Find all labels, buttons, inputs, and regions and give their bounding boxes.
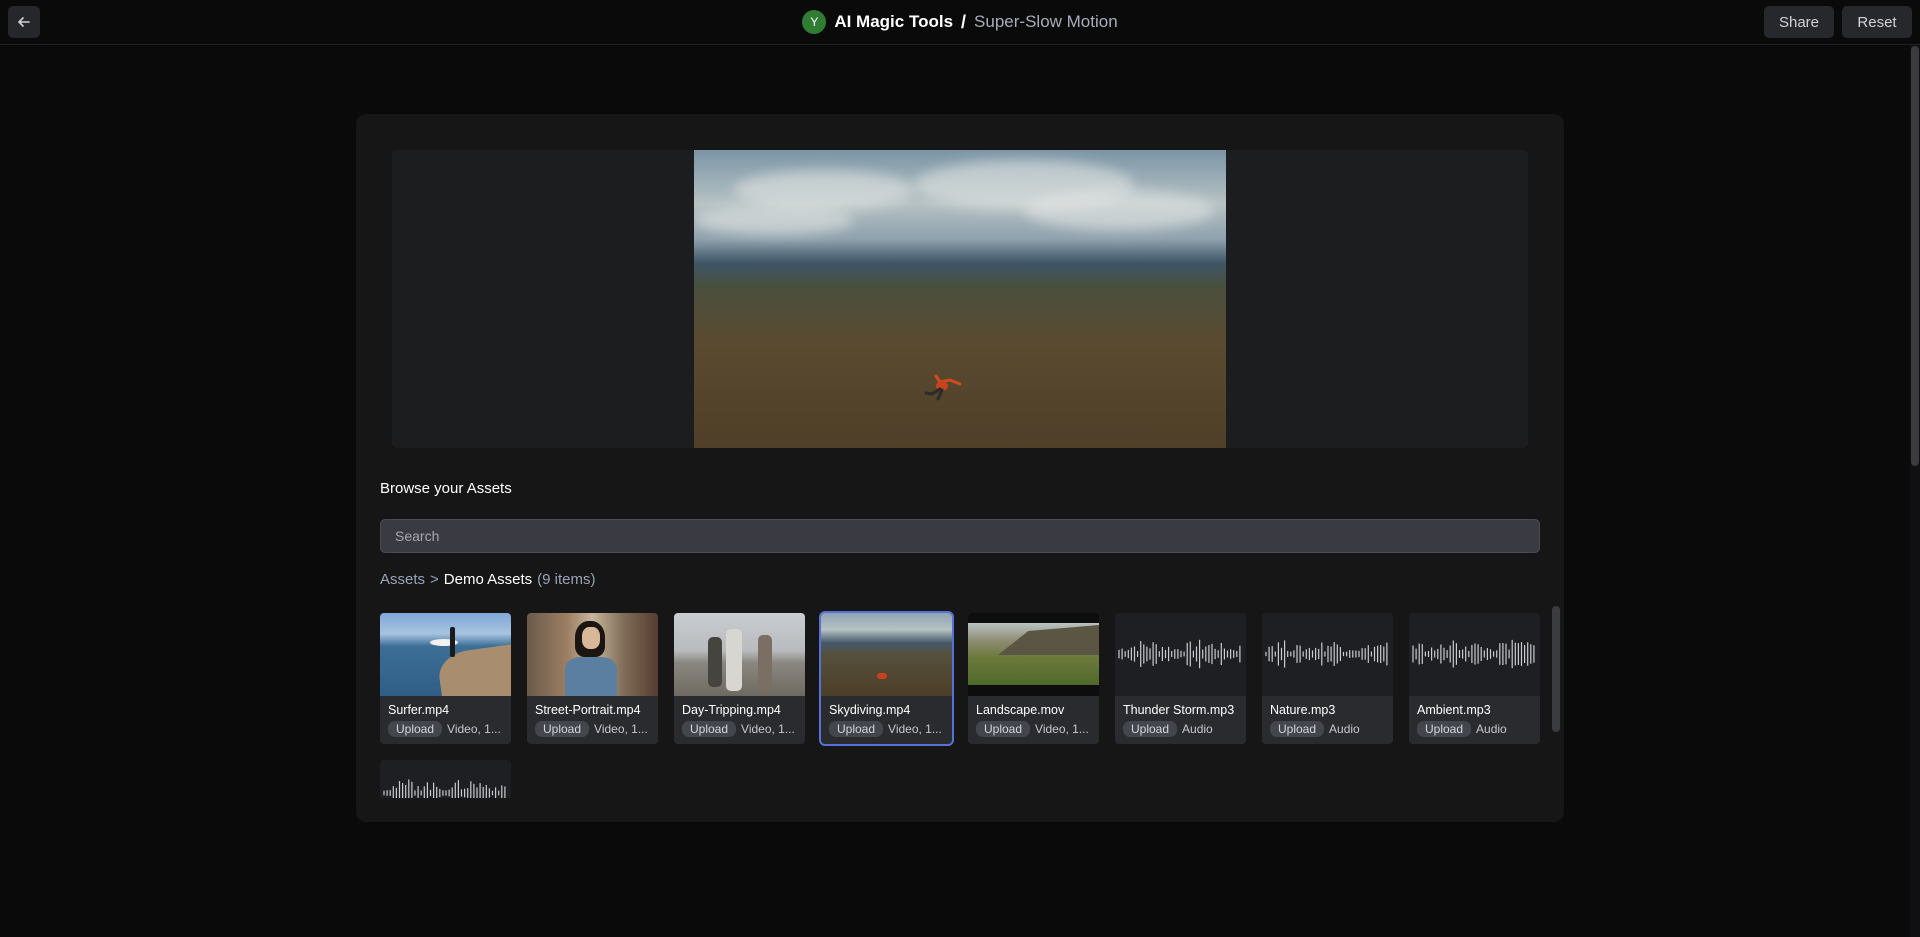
- asset-type: Video, 1...: [594, 722, 648, 736]
- asset-card-thunder-storm[interactable]: Thunder Storm.mp3 Upload Audio: [1115, 613, 1246, 744]
- avatar[interactable]: Y: [802, 10, 827, 34]
- asset-card-landscape[interactable]: Landscape.mov Upload Video, 1...: [968, 613, 1099, 744]
- asset-card-surfer[interactable]: Surfer.mp4 Upload Video, 1...: [380, 613, 511, 744]
- upload-badge: Upload: [1123, 721, 1178, 737]
- browse-assets-title: Browse your Assets: [380, 480, 512, 497]
- upload-badge: Upload: [682, 721, 737, 737]
- audio-waveform-icon: [1118, 639, 1241, 669]
- breadcrumb-assets-link[interactable]: Assets: [380, 571, 425, 588]
- title-separator: /: [961, 11, 967, 32]
- asset-name: Nature.mp3: [1270, 703, 1336, 717]
- upload-badge: Upload: [535, 721, 590, 737]
- asset-thumbnail: [968, 613, 1099, 696]
- share-button[interactable]: Share: [1764, 6, 1834, 38]
- asset-meta: Upload Audio: [1417, 721, 1537, 737]
- asset-type: Audio: [1182, 722, 1213, 736]
- reset-button[interactable]: Reset: [1842, 6, 1912, 38]
- asset-meta: Upload Video, 1...: [829, 721, 949, 737]
- asset-type: Video, 1...: [741, 722, 795, 736]
- asset-name: Thunder Storm.mp3: [1123, 703, 1235, 717]
- asset-thumbnail: [821, 613, 952, 696]
- asset-card-partial[interactable]: [380, 760, 511, 798]
- top-bar: Y AI Magic Tools / Super-Slow Motion Sha…: [0, 0, 1920, 45]
- asset-type: Video, 1...: [1035, 722, 1089, 736]
- asset-card-ambient[interactable]: Ambient.mp3 Upload Audio: [1409, 613, 1540, 744]
- asset-meta: Upload Audio: [1270, 721, 1390, 737]
- asset-thumbnail: [527, 613, 658, 696]
- asset-type: Audio: [1329, 722, 1360, 736]
- asset-name: Street-Portrait.mp4: [535, 703, 641, 717]
- asset-card-nature[interactable]: Nature.mp3 Upload Audio: [1262, 613, 1393, 744]
- asset-name: Day-Tripping.mp4: [682, 703, 781, 717]
- upload-badge: Upload: [976, 721, 1031, 737]
- asset-meta: Upload Video, 1...: [682, 721, 802, 737]
- breadcrumb-current: Demo Assets: [443, 571, 533, 588]
- asset-meta: Upload Video, 1...: [535, 721, 655, 737]
- asset-meta: Upload Video, 1...: [976, 721, 1096, 737]
- asset-thumbnail: [380, 613, 511, 696]
- breadcrumb-title: Y AI Magic Tools / Super-Slow Motion: [0, 10, 1920, 34]
- breadcrumb-count: (9 items): [537, 571, 596, 588]
- app-name[interactable]: AI Magic Tools: [834, 12, 953, 32]
- asset-thumbnail: [1409, 613, 1540, 696]
- asset-name: Skydiving.mp4: [829, 703, 911, 717]
- upload-badge: Upload: [829, 721, 884, 737]
- asset-type: Video, 1...: [447, 722, 501, 736]
- asset-thumbnail: [674, 613, 805, 696]
- breadcrumb-separator: >: [430, 571, 439, 588]
- main-panel: Browse your Assets Assets > Demo Assets …: [356, 114, 1564, 822]
- tool-name: Super-Slow Motion: [974, 12, 1118, 31]
- asset-name: Surfer.mp4: [388, 703, 450, 717]
- audio-waveform-icon: [1265, 640, 1388, 668]
- audio-waveform-icon: [1412, 639, 1535, 669]
- upload-badge: Upload: [1270, 721, 1325, 737]
- skydiver-figure: [924, 374, 962, 401]
- upload-badge: Upload: [1417, 721, 1472, 737]
- asset-meta: Upload Video, 1...: [388, 721, 508, 737]
- asset-thumbnail: [1115, 613, 1246, 696]
- video-preview[interactable]: [694, 150, 1226, 448]
- asset-thumbnail: [1262, 613, 1393, 696]
- asset-name: Landscape.mov: [976, 703, 1065, 717]
- search-input[interactable]: [380, 519, 1540, 553]
- asset-type: Audio: [1476, 722, 1507, 736]
- assets-breadcrumb: Assets > Demo Assets (9 items): [380, 571, 596, 588]
- asset-grid-scrollbar[interactable]: [1552, 606, 1560, 732]
- asset-meta: Upload Audio: [1123, 721, 1243, 737]
- audio-waveform-icon: [383, 779, 506, 798]
- asset-thumbnail: [380, 760, 511, 798]
- asset-name: Ambient.mp3: [1417, 703, 1491, 717]
- asset-card-street-portrait[interactable]: Street-Portrait.mp4 Upload Video, 1...: [527, 613, 658, 744]
- asset-type: Video, 1...: [888, 722, 942, 736]
- asset-card-skydiving[interactable]: Skydiving.mp4 Upload Video, 1...: [819, 611, 954, 746]
- page-scrollbar-thumb[interactable]: [1911, 46, 1919, 466]
- upload-badge: Upload: [388, 721, 443, 737]
- preview-area: [392, 150, 1528, 448]
- asset-card-day-tripping[interactable]: Day-Tripping.mp4 Upload Video, 1...: [674, 613, 805, 744]
